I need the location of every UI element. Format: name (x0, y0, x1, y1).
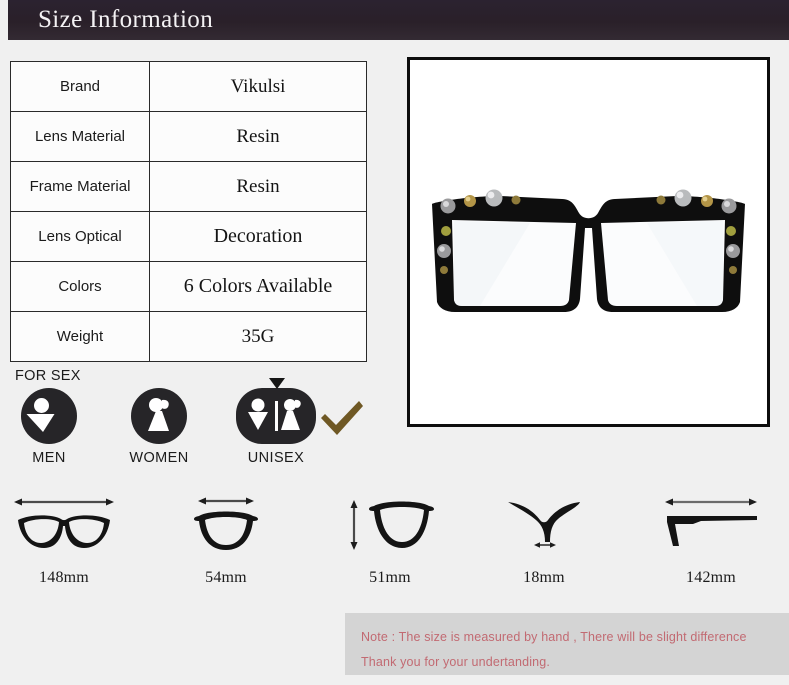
male-figure-icon (21, 388, 77, 444)
spec-value-frame-material: Resin (149, 161, 367, 212)
selection-pointer-triangle-icon (269, 378, 285, 389)
gender-caption-unisex: UNISEX (247, 450, 305, 466)
page-title: Size Information (38, 6, 214, 33)
for-sex-label: FOR SEX (15, 368, 81, 384)
measurement-caption-lens-width: 54mm (205, 569, 247, 586)
spec-value-weight: 35G (149, 311, 367, 362)
lens-width-icon (194, 497, 258, 550)
table-row: Weight 35G (10, 311, 367, 362)
measurement-caption-bridge-width: 18mm (523, 569, 565, 586)
measurement-caption-temple-length: 142mm (686, 569, 736, 586)
note-line-1: Note : The size is measured by hand , Th… (361, 630, 747, 644)
size-information-table: Brand Vikulsi Lens Material Resin Frame … (10, 61, 367, 362)
check-icon (321, 401, 363, 435)
gender-option-women[interactable]: WOMEN (121, 388, 197, 466)
spec-value-colors: 6 Colors Available (149, 261, 367, 312)
spec-label-colors: Colors (10, 261, 150, 312)
product-image-panel (407, 57, 770, 427)
measurement-frame-width: 148mm (8, 492, 120, 587)
spec-label-brand: Brand (10, 61, 150, 112)
spec-value-lens-material: Resin (149, 111, 367, 162)
table-row: Lens Optical Decoration (10, 211, 367, 262)
measurement-caption-lens-height: 51mm (369, 569, 411, 586)
table-row: Colors 6 Colors Available (10, 261, 367, 312)
gender-caption-men: MEN (32, 450, 66, 466)
measurement-temple-length: 142mm (655, 492, 767, 587)
table-row: Lens Material Resin (10, 111, 367, 162)
female-figure-icon (131, 388, 187, 444)
note-panel: Note : The size is measured by hand , Th… (345, 613, 789, 675)
lens-height-icon (350, 500, 434, 550)
note-line-2: Thank you for your undertanding. (361, 655, 550, 669)
eyeglasses-product-image (410, 60, 767, 424)
spec-value-brand: Vikulsi (149, 61, 367, 112)
spec-label-frame-material: Frame Material (10, 161, 150, 212)
spec-label-lens-optical: Lens Optical (10, 211, 150, 262)
page-header-bar: Size Information (8, 0, 789, 40)
temple-length-icon (665, 498, 757, 546)
measurement-bridge-width: 18mm (490, 492, 598, 587)
unisex-divider (274, 401, 278, 431)
table-row: Brand Vikulsi (10, 61, 367, 112)
frame-total-width-icon (14, 498, 114, 548)
measurement-lens-width: 54mm (172, 492, 280, 587)
spec-label-weight: Weight (10, 311, 150, 362)
measurement-caption-frame-width: 148mm (39, 569, 89, 586)
measurement-lens-height: 51mm (336, 492, 444, 587)
spec-label-lens-material: Lens Material (10, 111, 150, 162)
table-row: Frame Material Resin (10, 161, 367, 212)
unisex-figures-icon (236, 388, 316, 444)
gender-option-unisex[interactable]: UNISEX (225, 388, 327, 466)
bridge-width-icon (508, 502, 580, 548)
spec-value-lens-optical: Decoration (149, 211, 367, 262)
gender-option-men[interactable]: MEN (11, 388, 87, 466)
gender-caption-women: WOMEN (129, 450, 189, 466)
